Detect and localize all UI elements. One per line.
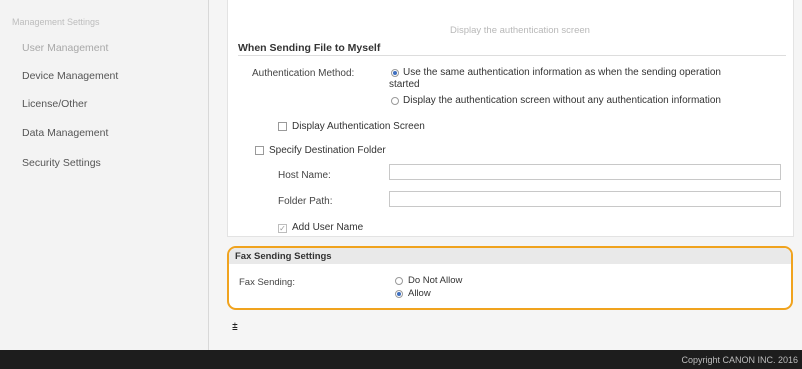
sidebar-header: Management Settings [12,17,100,27]
add-user-name-checkbox[interactable]: ✓ [278,224,287,233]
sidebar-item-data-management[interactable]: Data Management [22,127,108,139]
sidebar: Management Settings User Management Devi… [0,0,209,350]
folder-path-input[interactable] [389,191,781,207]
fax-sending-label: Fax Sending: [239,277,295,288]
host-name-label: Host Name: [278,170,331,181]
sidebar-item-device-management[interactable]: Device Management [22,70,118,82]
sidebar-item-license-other[interactable]: License/Other [22,98,87,110]
fax-sending-settings-header: Fax Sending Settings [229,248,791,264]
display-auth-screen-checkbox[interactable] [278,122,287,131]
fax-allow-radio[interactable] [395,290,403,298]
send-to-myself-panel: Display the authentication screen When S… [227,0,794,237]
auth-method-label: Authentication Method: [252,68,355,79]
specify-dest-folder-checkbox[interactable] [255,146,264,155]
folder-path-label: Folder Path: [278,196,333,207]
top-ghost-text: Display the authentication screen [450,25,590,36]
auth-same-info-radio[interactable] [391,69,399,77]
add-user-name-label: Add User Name [292,222,364,233]
auth-display-screen-label: Display the authentication screen withou… [403,95,721,106]
fax-sending-settings-box: Fax Sending Settings Fax Sending: Do Not… [227,246,793,310]
sidebar-item-user-management[interactable]: User Management [22,42,108,54]
host-name-input[interactable] [389,164,781,180]
footer: Copyright CANON INC. 2016 [0,350,802,369]
fax-do-not-allow-radio[interactable] [395,277,403,285]
fax-do-not-allow-label: Do Not Allow [408,275,463,286]
section-divider [238,55,786,56]
auth-display-screen-radio[interactable] [391,97,399,105]
specify-dest-folder-label: Specify Destination Folder [269,145,386,156]
fax-sending-settings-title: Fax Sending Settings [235,251,332,262]
copyright-text: Copyright CANON INC. 2016 [681,355,798,365]
collapse-to-top-icon[interactable]: ⩲ [232,322,238,333]
send-to-myself-title: When Sending File to Myself [238,42,381,54]
display-auth-screen-label: Display Authentication Screen [292,121,425,132]
auth-same-info-label: Use the same authentication information … [389,67,721,90]
sidebar-item-security-settings[interactable]: Security Settings [22,157,101,169]
main-content: Display the authentication screen When S… [209,0,802,350]
fax-allow-label: Allow [408,288,431,299]
